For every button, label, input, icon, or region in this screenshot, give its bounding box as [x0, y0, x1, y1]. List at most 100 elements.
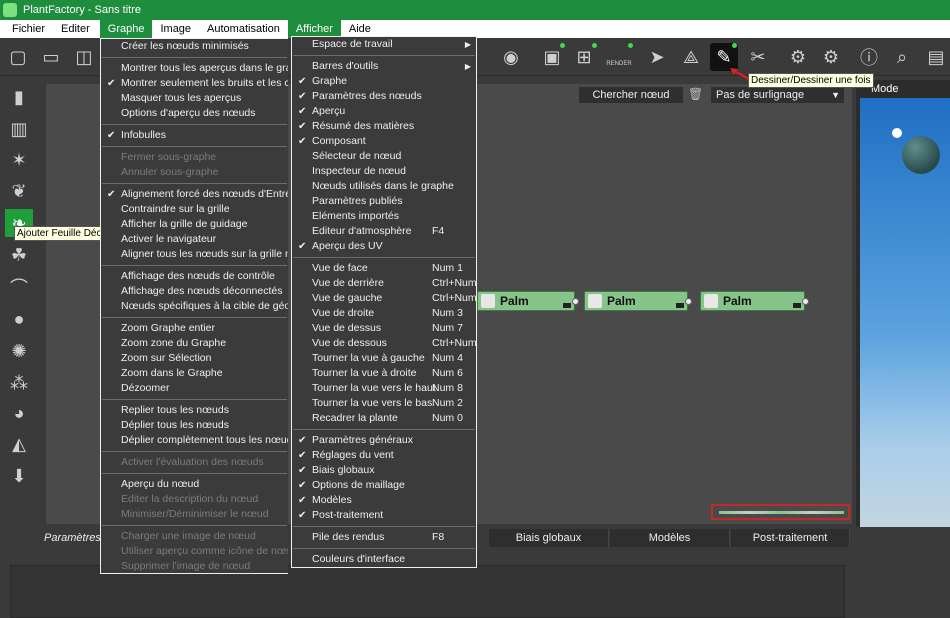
network-icon[interactable]: ⁂	[5, 369, 33, 397]
graphe-menu-item-montrer-tous-les-apercus-dans-le-grap[interactable]: Montrer tous les aperçus dans le grap	[101, 61, 288, 76]
node-output-port[interactable]	[685, 298, 692, 305]
graphe-menu-item-afficher-la-grille-de-guidage[interactable]: Afficher la grille de guidage	[101, 217, 288, 232]
menu-editer[interactable]: Editer	[53, 20, 98, 38]
afficher-menu-item-selecteur-de-n-ud[interactable]: Sélecteur de nœud	[292, 149, 476, 164]
afficher-menu-item-apercu[interactable]: ✔ Aperçu	[292, 104, 476, 119]
graphe-menu-item-options-d-apercu-des-n-uds[interactable]: Options d'aperçu des nœuds	[101, 106, 288, 121]
search-node-button[interactable]: Chercher nœud	[579, 87, 683, 103]
graphe-menu-item-zoom-sur-selection[interactable]: Zoom sur Sélection	[101, 351, 288, 366]
afficher-menu-item-vue-de-dessous[interactable]: Vue de dessous Ctrl+Num 7	[292, 336, 476, 351]
afficher-menu-item-graphe[interactable]: ✔ Graphe	[292, 74, 476, 89]
add-frame-icon[interactable]: ⊞	[570, 43, 598, 71]
afficher-menu-item-parametres-des-n-uds[interactable]: ✔ Paramètres des nœuds	[292, 89, 476, 104]
graphe-menu-item-zoom-dans-le-graphe[interactable]: Zoom dans le Graphe	[101, 366, 288, 381]
info-icon[interactable]: ⓘ	[855, 43, 883, 71]
afficher-menu-item-apercu-des-uv[interactable]: ✔ Aperçu des UV	[292, 239, 476, 254]
graphe-menu-item-aligner-tous-les-n-uds-sur-la-grille-ma[interactable]: Aligner tous les nœuds sur la grille ma	[101, 247, 288, 262]
tab-post-traitement[interactable]: Post-traitement	[731, 529, 850, 547]
afficher-menu-item-vue-de-dessus[interactable]: Vue de dessus Num 7	[292, 321, 476, 336]
graphe-menu-item-n-uds-specifiques-a-la-cible-de-geom[interactable]: Nœuds spécifiques à la cible de géom	[101, 299, 288, 314]
trash-icon[interactable]: 🗑	[688, 87, 703, 103]
menu-image[interactable]: Image	[152, 20, 199, 38]
graphe-menu-item-zoom-zone-du-graphe[interactable]: Zoom zone du Graphe	[101, 336, 288, 351]
afficher-menu-item-parametres-publies[interactable]: Paramètres publiés	[292, 194, 476, 209]
graphe-menu-item-affichage-des-n-uds-deconnectes[interactable]: Affichage des nœuds déconnectés	[101, 284, 288, 299]
graph-node[interactable]: Palm	[700, 291, 809, 311]
afficher-menu-item-reglages-du-vent[interactable]: ✔ Réglages du vent	[292, 448, 476, 463]
import-icon[interactable]: ⬇	[5, 462, 33, 490]
leaves-icon[interactable]: ☘	[5, 241, 33, 269]
menu-fichier[interactable]: Fichier	[4, 20, 53, 38]
graph-navigator[interactable]	[711, 504, 850, 520]
curve-icon[interactable]: ⌒	[5, 273, 33, 301]
afficher-menu-item-composant[interactable]: ✔ Composant	[292, 134, 476, 149]
graph-node[interactable]: Palm	[477, 291, 579, 311]
cursor-icon[interactable]: ➤	[643, 43, 671, 71]
graph-node[interactable]: Palm	[584, 291, 692, 311]
afficher-menu-item-tourner-la-vue-vers-le-bas[interactable]: Tourner la vue vers le bas Num 2	[292, 396, 476, 411]
afficher-menu-item-tourner-la-vue-a-droite[interactable]: Tourner la vue à droite Num 6	[292, 366, 476, 381]
graphe-menu-item-replier-tous-les-n-uds[interactable]: Replier tous les nœuds	[101, 403, 288, 418]
light-handle-icon[interactable]	[892, 128, 902, 138]
afficher-menu-item-vue-de-face[interactable]: Vue de face Num 1	[292, 261, 476, 276]
node-output-port[interactable]	[572, 298, 579, 305]
menu-automatisation[interactable]: Automatisation	[199, 20, 288, 38]
afficher-menu-item-n-uds-utilises-dans-le-graphe[interactable]: Nœuds utilisés dans le graphe	[292, 179, 476, 194]
graphe-menu-item-deplier-completement-tous-les-n-uds[interactable]: Déplier complètement tous les nœuds	[101, 433, 288, 448]
afficher-menu-item-modeles[interactable]: ✔ Modèles	[292, 493, 476, 508]
graphe-menu-item-contraindre-sur-la-grille[interactable]: Contraindre sur la grille	[101, 202, 288, 217]
afficher-menu-item-elements-importes[interactable]: Eléments importés	[292, 209, 476, 224]
burst-icon[interactable]: ✺	[5, 337, 33, 365]
tab-biais-globaux[interactable]: Biais globaux	[489, 529, 609, 547]
node-collapse-handle[interactable]	[676, 303, 684, 308]
afficher-menu-item-couleurs-d-interface[interactable]: Couleurs d'interface	[292, 552, 476, 567]
node-collapse-handle[interactable]	[793, 303, 801, 308]
afficher-menu-item-options-de-maillage[interactable]: ✔ Options de maillage	[292, 478, 476, 493]
save-icon[interactable]: ◫	[70, 43, 98, 71]
graphe-menu-item-masquer-tous-les-apercus[interactable]: Masquer tous les aperçus	[101, 91, 288, 106]
node-collapse-handle[interactable]	[563, 303, 571, 308]
new-document-icon[interactable]: ▢	[4, 43, 32, 71]
open-folder-icon[interactable]: ▭	[37, 43, 65, 71]
rock-icon[interactable]: ◭	[5, 430, 33, 458]
afficher-menu-item-vue-de-derriere[interactable]: Vue de derrière Ctrl+Num 1	[292, 276, 476, 291]
coral-icon[interactable]: ✶	[5, 146, 33, 174]
graphe-menu-item-zoom-graphe-entier[interactable]: Zoom Graphe entier	[101, 321, 288, 336]
transform-icon[interactable]: ⟁	[677, 43, 705, 71]
graphe-menu-item-creer-les-n-uds-minimises[interactable]: Créer les nœuds minimisés	[101, 39, 288, 54]
leaf-icon[interactable]: ❦	[5, 177, 33, 205]
zoom-region-icon[interactable]: ⌕	[888, 43, 916, 71]
afficher-menu-item-vue-de-droite[interactable]: Vue de droite Num 3	[292, 306, 476, 321]
afficher-menu-item-parametres-generaux[interactable]: ✔ Paramètres généraux	[292, 433, 476, 448]
graphe-menu-item-apercu-du-n-ud[interactable]: Aperçu du nœud	[101, 477, 288, 492]
afficher-menu-item-espace-de-travail[interactable]: Espace de travail ▶	[292, 37, 476, 52]
menu-graphe[interactable]: Graphe	[99, 20, 153, 38]
film-icon[interactable]: ▤	[922, 43, 950, 71]
graphe-menu-item-activer-le-navigateur[interactable]: Activer le navigateur	[101, 232, 288, 247]
graphe-menu-item-affichage-des-n-uds-de-controle[interactable]: Affichage des nœuds de contrôle	[101, 269, 288, 284]
graphe-menu-item-alignement-force-des-n-uds-d-entree[interactable]: ✔ Alignement forcé des nœuds d'Entrée/	[101, 187, 288, 202]
afficher-menu-item-tourner-la-vue-vers-le-haut[interactable]: Tourner la vue vers le haut Num 8	[292, 381, 476, 396]
graphe-menu-item-montrer-seulement-les-bruits-et-les-co[interactable]: ✔ Montrer seulement les bruits et les co	[101, 76, 288, 91]
highlight-select[interactable]: Pas de surlignage ▼	[711, 87, 844, 103]
afficher-menu-item-post-traitement[interactable]: ✔ Post-traitement	[292, 508, 476, 523]
apple-icon[interactable]: ●	[5, 305, 33, 333]
tab-modeles[interactable]: Modèles	[610, 529, 730, 547]
afficher-menu-item-resume-des-matieres[interactable]: ✔ Résumé des matières	[292, 119, 476, 134]
afficher-menu-item-editeur-d-atmosphere[interactable]: Editeur d'atmosphère F4	[292, 224, 476, 239]
viewport-3d[interactable]	[860, 98, 950, 532]
segmented-cylinder-icon[interactable]: ▥	[5, 115, 33, 143]
afficher-menu-item-tourner-la-vue-a-gauche[interactable]: Tourner la vue à gauche Num 4	[292, 351, 476, 366]
afficher-menu-item-vue-de-gauche[interactable]: Vue de gauche Ctrl+Num 3	[292, 291, 476, 306]
image-icon[interactable]: ▣	[538, 43, 566, 71]
node-output-port[interactable]	[802, 298, 809, 305]
afficher-menu-item-inspecteur-de-n-ud[interactable]: Inspecteur de nœud	[292, 164, 476, 179]
render-sphere-icon[interactable]: ◉	[497, 43, 525, 71]
afficher-menu-item-barres-d-outils[interactable]: Barres d'outils ▶	[292, 59, 476, 74]
afficher-menu-item-pile-des-rendus[interactable]: Pile des rendus F8	[292, 530, 476, 545]
graphe-menu-item-deplier-tous-les-n-uds[interactable]: Déplier tous les nœuds	[101, 418, 288, 433]
gear-add-icon[interactable]: ⚙	[817, 43, 845, 71]
sphere-icon[interactable]: ◕	[5, 399, 33, 427]
graphe-menu-item-infobulles[interactable]: ✔ Infobulles	[101, 128, 288, 143]
graphe-menu-item-dezoomer[interactable]: Dézoomer	[101, 381, 288, 396]
